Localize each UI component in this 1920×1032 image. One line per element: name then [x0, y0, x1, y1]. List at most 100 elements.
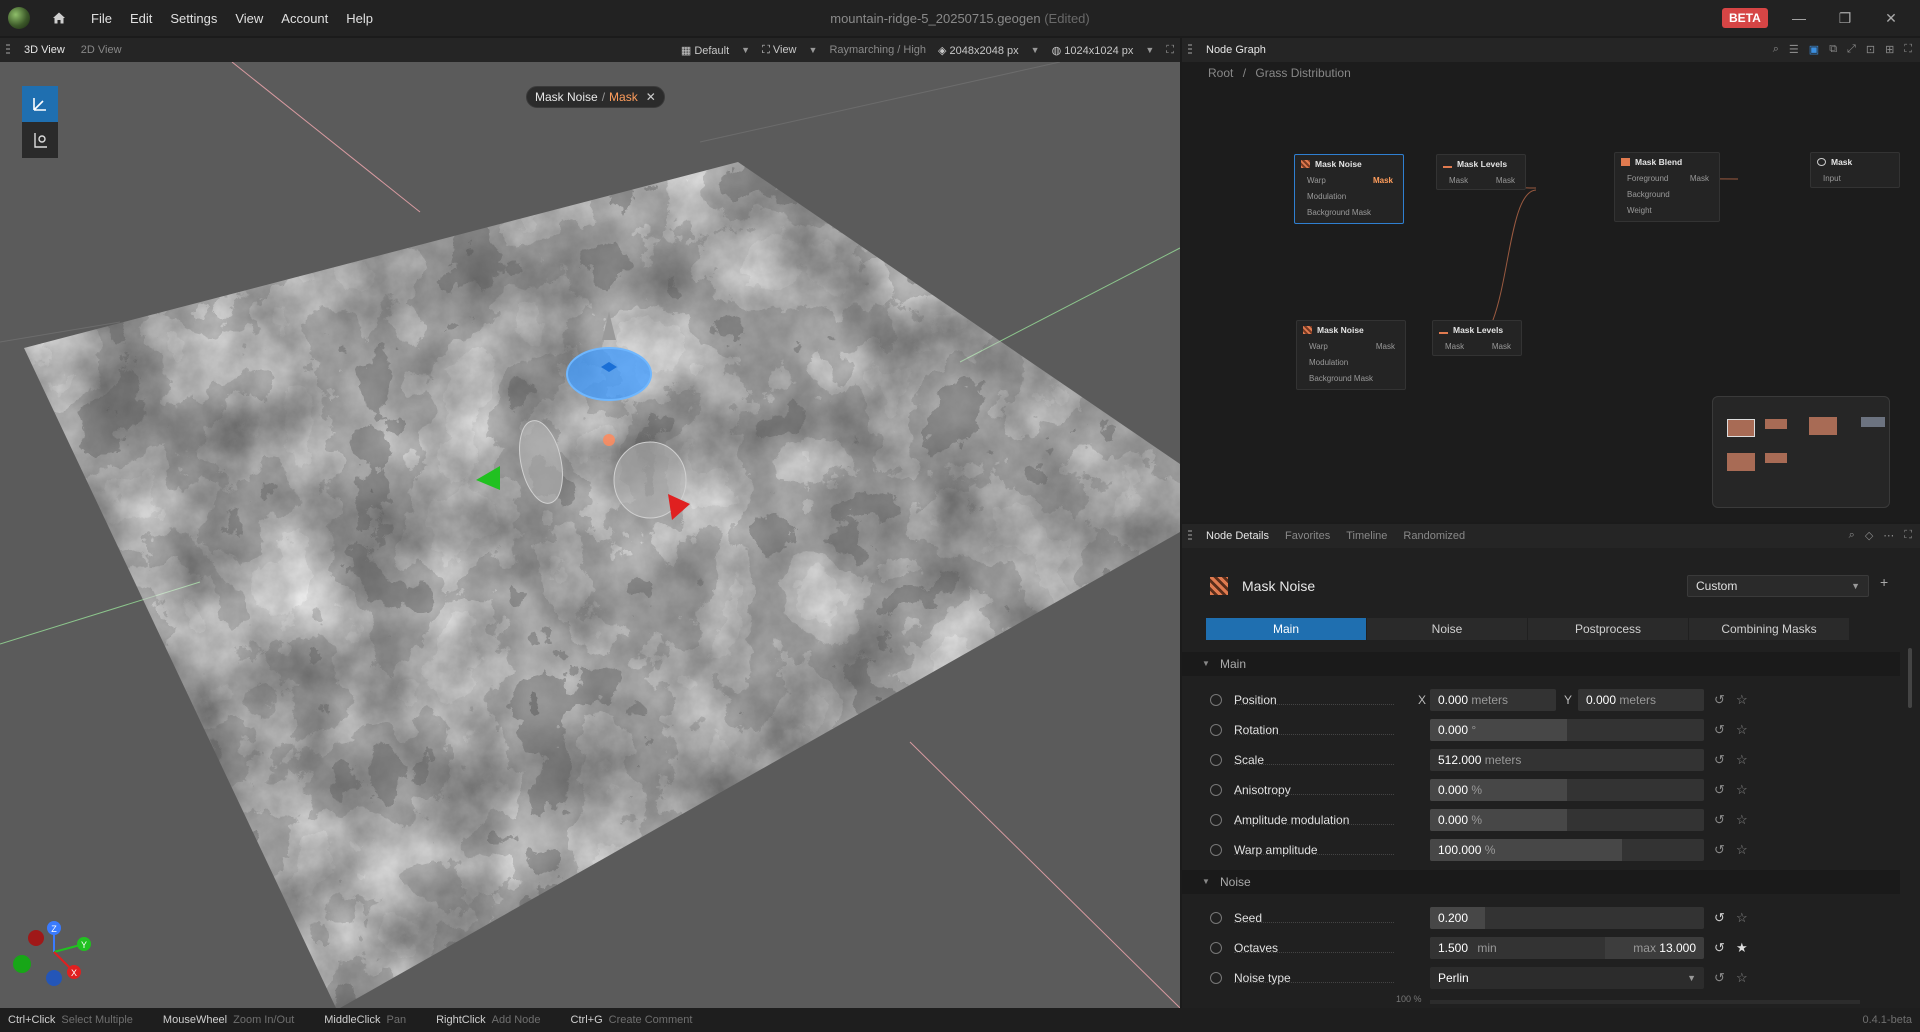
panel-grip-icon[interactable] [1188, 530, 1192, 542]
tab-2d-view[interactable]: 2D View [73, 38, 130, 62]
node-input-modulation[interactable]: Modulation [1309, 358, 1348, 367]
panel-grip-icon[interactable] [1188, 44, 1192, 56]
reset-icon[interactable]: ↺ [1714, 722, 1725, 738]
fullscreen-icon[interactable]: ⛶ [1904, 529, 1912, 542]
restore-icon[interactable]: ❐ [1822, 0, 1868, 36]
menu-help[interactable]: Help [337, 11, 382, 26]
node-input-background[interactable]: Background [1627, 190, 1670, 199]
list-icon[interactable]: ☰ [1789, 43, 1799, 56]
node-output-mask[interactable]: Mask [1496, 173, 1515, 189]
menu-edit[interactable]: Edit [121, 11, 161, 26]
more-icon[interactable]: ⋯ [1883, 529, 1894, 542]
expose-toggle[interactable] [1210, 912, 1222, 924]
favorite-icon[interactable]: ☆ [1736, 692, 1748, 708]
rotation-slider[interactable]: 0.000 ° [1430, 719, 1704, 741]
expose-toggle[interactable] [1210, 844, 1222, 856]
tab-noise[interactable]: Noise [1367, 618, 1527, 640]
details-scrollbar[interactable] [1908, 648, 1912, 708]
position-y-input[interactable]: 0.000 meters [1578, 689, 1704, 711]
tab-favorites[interactable]: Favorites [1277, 524, 1338, 548]
tab-3d-view[interactable]: 3D View [16, 38, 73, 62]
amplitude-modulation-slider[interactable]: 0.000 % [1430, 809, 1704, 831]
chevron-down-icon[interactable]: ▼ [1145, 45, 1154, 55]
menu-settings[interactable]: Settings [161, 11, 226, 26]
node-input-input[interactable]: Input [1823, 174, 1841, 183]
reset-icon[interactable]: ↺ [1714, 782, 1725, 798]
node-input-background-mask[interactable]: Background Mask [1307, 208, 1371, 217]
node-mask-output[interactable]: Mask Input [1810, 152, 1900, 188]
preview-resolution-dropdown[interactable]: ◍ 1024x1024 px [1052, 44, 1134, 57]
node-input-warp[interactable]: Warp [1307, 176, 1326, 185]
fullscreen-icon[interactable]: ⛶ [1166, 44, 1174, 57]
tab-node-details[interactable]: Node Details [1198, 524, 1277, 548]
node-mask-noise-2[interactable]: Mask Noise Warp Mask Modulation Backgroun… [1296, 320, 1406, 390]
fullscreen-icon[interactable]: ⛶ [1904, 43, 1912, 56]
favorite-icon[interactable]: ☆ [1736, 910, 1748, 926]
node-output-mask[interactable]: Mask [1373, 173, 1393, 189]
tab-randomized[interactable]: Randomized [1395, 524, 1473, 548]
tab-postprocess[interactable]: Postprocess [1528, 618, 1688, 640]
scale-slider[interactable]: 512.000 meters [1430, 749, 1704, 771]
close-icon[interactable]: ✕ [646, 90, 656, 104]
frame-icon[interactable]: ▣ [1809, 43, 1819, 56]
favorite-icon[interactable]: ☆ [1736, 842, 1748, 858]
expose-toggle[interactable] [1210, 694, 1222, 706]
breadcrumb-node[interactable]: Mask Noise [535, 90, 598, 104]
view-dropdown[interactable]: ⛶ View [762, 44, 796, 57]
favorite-icon[interactable]: ☆ [1736, 812, 1748, 828]
tab-combining-masks[interactable]: Combining Masks [1689, 618, 1849, 640]
node-input-weight[interactable]: Weight [1627, 206, 1652, 215]
node-output-mask[interactable]: Mask [1690, 171, 1709, 187]
expose-toggle[interactable] [1210, 814, 1222, 826]
scene-canvas[interactable] [0, 62, 1180, 1008]
expose-toggle[interactable] [1210, 972, 1222, 984]
layout-dropdown[interactable]: ▦ Default [681, 44, 729, 57]
octaves-range-slider[interactable]: 1.500 min max 13.000 [1430, 937, 1704, 959]
node-output-mask[interactable]: Mask [1492, 339, 1511, 355]
menu-file[interactable]: File [82, 11, 121, 26]
node-mask-levels-2[interactable]: Mask Levels Mask Mask [1432, 320, 1522, 356]
resolution-dropdown[interactable]: ◈ 2048x2048 px [938, 44, 1019, 57]
noise-type-dropdown[interactable]: Perlin ▼ [1430, 967, 1704, 989]
node-graph-canvas[interactable]: Root / Grass Distribution Mask Noise War… [1182, 62, 1920, 522]
tab-timeline[interactable]: Timeline [1338, 524, 1395, 548]
group-icon[interactable]: ⧉ [1829, 43, 1837, 56]
layout-icon[interactable]: ⊞ [1885, 43, 1894, 56]
reset-icon[interactable]: ↺ [1714, 752, 1725, 768]
chevron-down-icon[interactable]: ▼ [809, 45, 818, 55]
axis-orientation-widget[interactable]: Z Y X [10, 914, 100, 1004]
panel-grip-icon[interactable] [6, 44, 10, 56]
node-mask-blend[interactable]: Mask Blend Foreground Mask Background Wei… [1614, 152, 1720, 222]
breadcrumb-output[interactable]: Mask [609, 90, 638, 104]
node-input-mask[interactable]: Mask [1449, 176, 1468, 185]
curve-editor[interactable] [1430, 1000, 1860, 1004]
section-main[interactable]: Main [1182, 652, 1900, 676]
tab-main[interactable]: Main [1206, 618, 1366, 640]
node-mask-noise-1[interactable]: Mask Noise Warp Mask Modulation Backgroun… [1294, 154, 1404, 224]
node-input-modulation[interactable]: Modulation [1307, 192, 1346, 201]
search-icon[interactable]: ⌕ [1773, 43, 1779, 56]
position-x-input[interactable]: 0.000 meters [1430, 689, 1556, 711]
fit-view-icon[interactable]: ⊡ [1866, 43, 1875, 56]
node-output-mask[interactable]: Mask [1376, 339, 1395, 355]
node-input-background-mask[interactable]: Background Mask [1309, 374, 1373, 383]
expose-toggle[interactable] [1210, 942, 1222, 954]
reset-icon[interactable]: ↺ [1714, 910, 1725, 926]
3d-viewport[interactable]: Mask Noise / Mask ✕ Z Y X [0, 62, 1180, 1008]
menu-account[interactable]: Account [272, 11, 337, 26]
add-preset-icon[interactable]: + [1880, 574, 1888, 590]
render-mode[interactable]: Raymarching / High [829, 44, 926, 56]
reset-icon[interactable]: ↺ [1714, 970, 1725, 986]
node-input-mask[interactable]: Mask [1445, 342, 1464, 351]
node-input-warp[interactable]: Warp [1309, 342, 1328, 351]
close-icon[interactable]: ✕ [1868, 0, 1914, 36]
favorite-icon[interactable]: ☆ [1736, 722, 1748, 738]
favorite-icon[interactable]: ☆ [1736, 782, 1748, 798]
expose-toggle[interactable] [1210, 754, 1222, 766]
reset-icon[interactable]: ↺ [1714, 842, 1725, 858]
reset-icon[interactable]: ↺ [1714, 812, 1725, 828]
node-input-foreground[interactable]: Foreground [1627, 174, 1668, 183]
node-mask-levels-1[interactable]: Mask Levels Mask Mask [1436, 154, 1526, 190]
reset-icon[interactable]: ↺ [1714, 692, 1725, 708]
chevron-down-icon[interactable]: ▼ [1031, 45, 1040, 55]
